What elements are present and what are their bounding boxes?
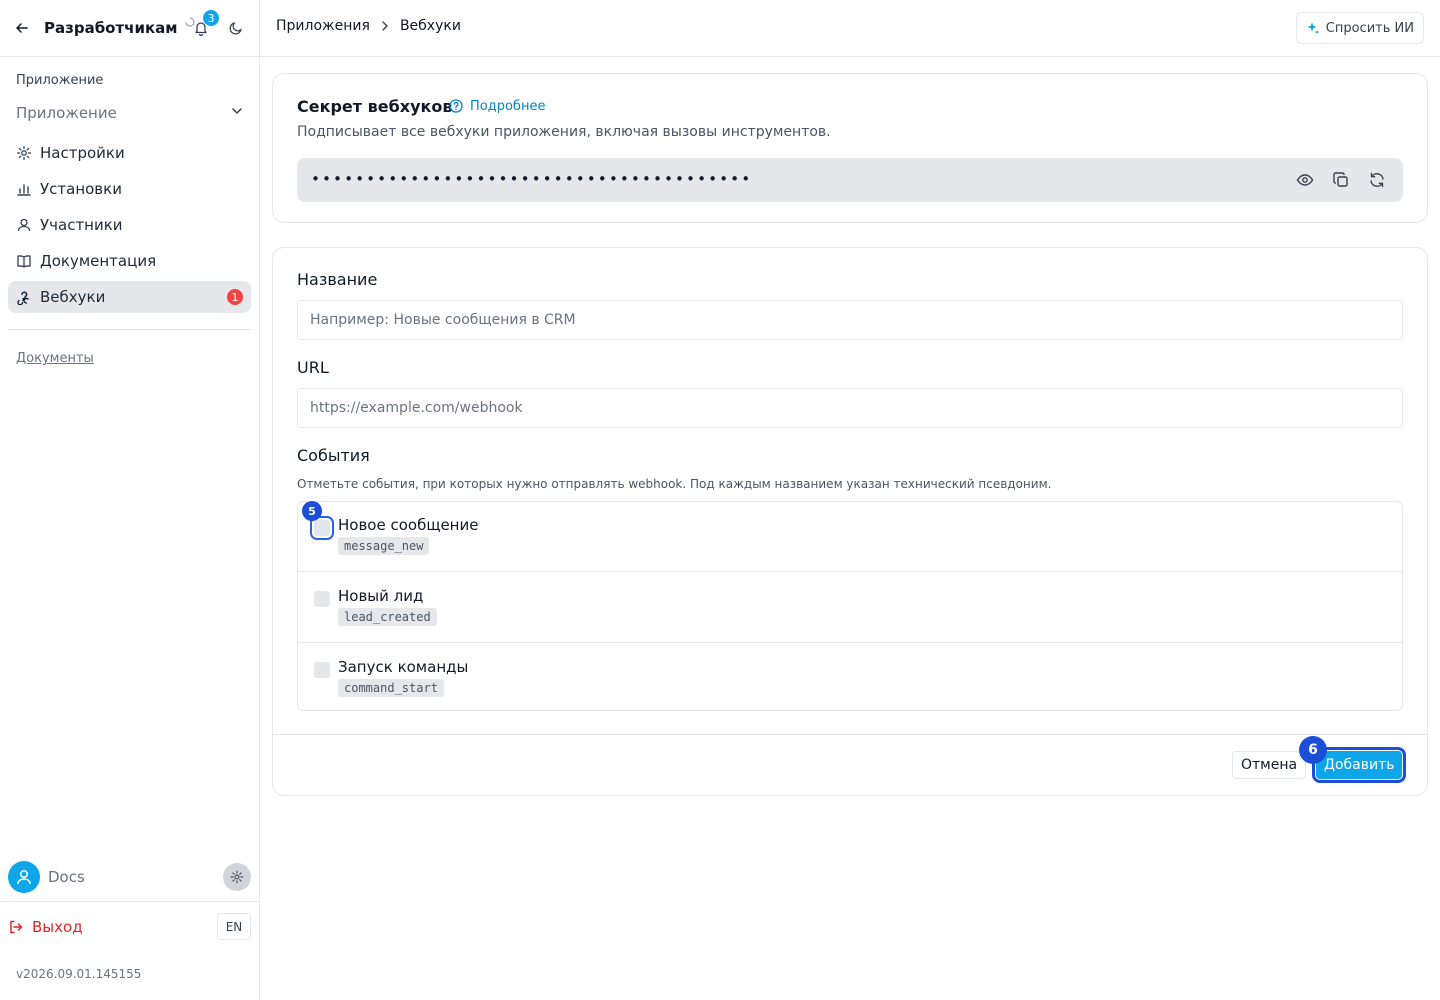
secret-actions	[1279, 170, 1387, 190]
user-name: Docs	[48, 868, 85, 886]
sidebar-item-label: Вебхуки	[40, 288, 106, 306]
add-webhook-form: Название URL События Отметьте события, п…	[272, 247, 1428, 796]
webhook-secret-card: Секрет вебхуков Подробнее Подписывает вс…	[272, 73, 1428, 223]
sidebar-item-docs[interactable]: Документация	[8, 245, 251, 277]
event-name: Запуск команды	[338, 658, 469, 676]
ask-ai-label: Спросить ИИ	[1325, 20, 1414, 36]
eye-icon[interactable]	[1295, 170, 1315, 190]
book-icon	[16, 253, 32, 269]
breadcrumb-current: Вебхуки	[399, 18, 461, 34]
chevron-down-icon	[230, 104, 244, 122]
secret-field: ••••••••••••••••••••••••••••••••••••••••	[297, 158, 1403, 202]
add-button[interactable]: Добавить	[1311, 747, 1407, 783]
sidebar-title: Разработчикам	[44, 19, 178, 37]
event-code: lead_created	[338, 608, 437, 626]
section-label: Приложение	[16, 73, 104, 88]
cancel-button[interactable]: Отмена	[1232, 751, 1307, 779]
bar-chart-icon	[16, 181, 32, 197]
name-label: Название	[297, 270, 378, 289]
secret-card-subtitle: Подписывает все вебхуки приложения, вклю…	[297, 124, 831, 140]
marker-badge-checkbox: 5	[302, 501, 322, 521]
marker-badge-submit: 6	[1299, 736, 1327, 764]
sidebar: Разработчикам 3 Приложение Приложение На…	[0, 0, 260, 1000]
breadcrumb: Приложения Вебхуки	[276, 18, 461, 34]
back-arrow-icon[interactable]	[12, 18, 32, 38]
secret-card-title: Секрет вебхуков	[297, 97, 453, 116]
chevron-right-icon	[378, 19, 392, 33]
refresh-icon[interactable]	[1367, 170, 1387, 190]
user-icon	[16, 217, 32, 233]
user-settings-gear-icon[interactable]	[223, 863, 251, 891]
events-label: События	[297, 446, 370, 465]
sidebar-item-settings[interactable]: Настройки	[8, 137, 251, 169]
sidebar-item-members[interactable]: Участники	[8, 209, 251, 241]
sidebar-item-installs[interactable]: Установки	[8, 173, 251, 205]
sidebar-item-label: Документация	[40, 252, 157, 270]
moon-icon[interactable]	[225, 17, 247, 39]
app-select[interactable]: Приложение	[16, 100, 244, 126]
logout-button[interactable]: Выход	[8, 916, 83, 938]
sidebar-item-label: Установки	[40, 180, 122, 198]
secret-value: ••••••••••••••••••••••••••••••••••••••••	[311, 170, 753, 188]
gear-icon	[16, 145, 32, 161]
learn-more-label: Подробнее	[470, 98, 546, 114]
sidebar-item-webhooks[interactable]: Вебхуки 1	[8, 281, 251, 313]
event-name: Новое сообщение	[338, 516, 479, 534]
docs-link[interactable]: Документы	[16, 351, 94, 366]
url-label: URL	[297, 358, 329, 377]
events-hint: Отметьте события, при которых нужно отпр…	[297, 477, 1052, 491]
notifications-badge: 3	[203, 10, 219, 26]
event-checkbox-lead-created[interactable]	[314, 591, 330, 607]
language-switch[interactable]: EN	[217, 913, 251, 940]
avatar[interactable]	[8, 861, 40, 893]
help-circle-icon	[448, 98, 464, 114]
webhooks-count-badge: 1	[227, 289, 243, 305]
sidebar-item-label: Настройки	[40, 144, 125, 162]
form-footer-divider	[273, 734, 1427, 735]
events-list: Новое сообщение message_new Новый лид le…	[297, 501, 1403, 711]
ask-ai-button[interactable]: Спросить ИИ	[1295, 12, 1424, 44]
event-code: command_start	[338, 679, 444, 697]
list-item: Запуск команды command_start	[298, 644, 1402, 714]
webhook-icon	[16, 289, 32, 305]
copy-icon[interactable]	[1331, 170, 1351, 190]
list-item: Новый лид lead_created	[298, 573, 1402, 643]
event-code: message_new	[338, 537, 430, 555]
url-input[interactable]	[297, 388, 1403, 428]
list-item: Новое сообщение message_new	[298, 502, 1402, 572]
sparkle-icon	[1306, 21, 1320, 35]
user-row: Docs	[8, 861, 251, 893]
event-checkbox-message-new[interactable]	[310, 516, 334, 540]
event-checkbox-command-start[interactable]	[314, 662, 330, 678]
name-input[interactable]	[297, 300, 1403, 340]
sidebar-divider	[8, 329, 251, 330]
app-version: v2026.09.01.145155	[16, 967, 142, 981]
logout-label: Выход	[32, 918, 83, 936]
app-select-value: Приложение	[16, 104, 117, 122]
event-name: Новый лид	[338, 587, 424, 605]
breadcrumb-apps[interactable]: Приложения	[276, 18, 370, 34]
sidebar-bottom-divider	[0, 901, 259, 902]
sidebar-nav: Настройки Установки Участники Документац…	[8, 137, 251, 317]
learn-more-link[interactable]: Подробнее	[448, 98, 545, 114]
topbar: Приложения Вебхуки Спросить ИИ	[260, 0, 1440, 57]
sidebar-item-label: Участники	[40, 216, 123, 234]
sidebar-header: Разработчикам 3	[0, 0, 259, 57]
logout-icon	[8, 919, 24, 935]
